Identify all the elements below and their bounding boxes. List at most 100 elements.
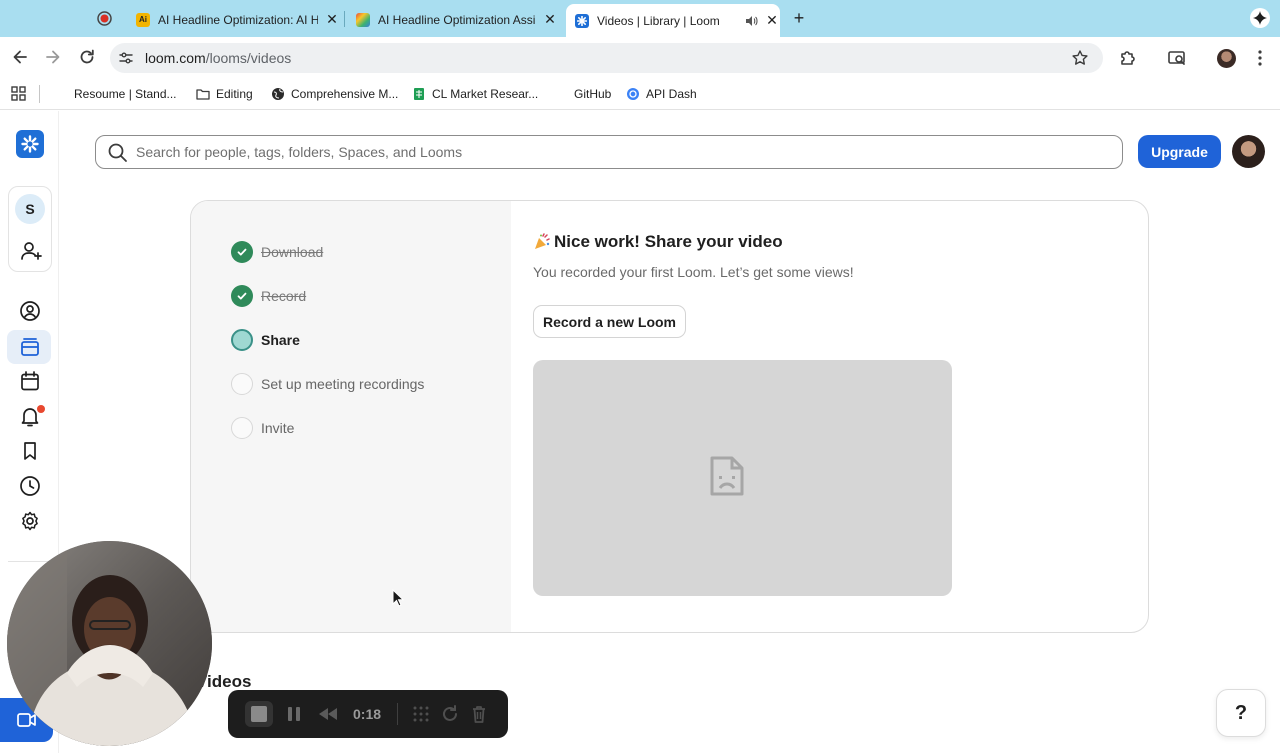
tab-title: AI Headline Optimization Assi xyxy=(378,12,536,27)
stop-square-icon xyxy=(251,706,267,722)
site-settings-icon[interactable] xyxy=(118,50,134,66)
apps-grid-icon[interactable] xyxy=(11,86,26,101)
extensions-puzzle-icon[interactable] xyxy=(1118,48,1138,68)
bookmark-label: Editing xyxy=(216,87,253,101)
profile-circle-icon[interactable] xyxy=(19,300,41,322)
browser-tab[interactable]: Ai AI Headline Optimization: AI H ✕ xyxy=(128,6,340,33)
tab-title: AI Headline Optimization: AI H xyxy=(158,12,318,27)
user-avatar[interactable] xyxy=(1232,135,1265,168)
step-current-icon xyxy=(231,329,253,351)
reload-icon[interactable] xyxy=(77,47,97,67)
search-icon xyxy=(108,143,127,162)
webcam-bubble[interactable] xyxy=(7,541,212,746)
tab-title: Videos | Library | Loom xyxy=(597,13,720,28)
bookmark-item[interactable]: API Dash xyxy=(626,85,697,103)
bookmark-item[interactable]: Resoume | Stand... xyxy=(74,85,177,103)
speaker-icon[interactable] xyxy=(744,14,758,28)
workspace-switcher: S xyxy=(8,186,52,272)
controls-divider xyxy=(397,703,398,725)
step-todo-icon xyxy=(231,417,253,439)
browser-toolbar: loom.com/looms/videos xyxy=(0,37,1280,79)
recording-timer: 0:18 xyxy=(353,706,382,722)
workspace-avatar[interactable]: S xyxy=(15,194,45,224)
checklist-step-invite[interactable]: Invite xyxy=(231,416,294,440)
help-button[interactable]: ? xyxy=(1216,689,1266,737)
sheets-icon xyxy=(414,88,424,100)
bookmark-icon[interactable] xyxy=(19,440,41,462)
step-label: Record xyxy=(261,288,307,304)
browser-tab-active[interactable]: Videos | Library | Loom ✕ xyxy=(566,4,780,37)
checklist-step-record[interactable]: Record xyxy=(231,284,306,308)
restart-icon[interactable] xyxy=(440,704,460,724)
pause-icon[interactable] xyxy=(286,704,302,724)
close-tab-icon[interactable]: ✕ xyxy=(324,11,340,28)
mouse-cursor-icon xyxy=(392,589,404,607)
delete-trash-icon[interactable] xyxy=(469,704,489,724)
bookmark-item[interactable]: Comprehensive M... xyxy=(271,85,398,103)
step-todo-icon xyxy=(231,373,253,395)
video-preview-placeholder[interactable] xyxy=(533,360,952,596)
bookmark-item[interactable]: GitHub xyxy=(574,85,611,103)
recording-indicator-icon[interactable] xyxy=(96,10,113,27)
add-user-icon[interactable] xyxy=(20,240,42,262)
bookmarks-bar: Resoume | Stand... Editing Comprehensive… xyxy=(0,79,1280,110)
party-popper-icon xyxy=(535,233,550,249)
forward-arrow-icon[interactable] xyxy=(43,47,63,67)
check-done-icon xyxy=(231,285,253,307)
onboarding-checklist: Download Record Share Set up meeting rec… xyxy=(191,201,511,632)
search-input[interactable] xyxy=(136,140,1106,164)
browser-tab-strip: Ai AI Headline Optimization: AI H ✕ AI H… xyxy=(0,0,1280,37)
bookmark-divider xyxy=(39,85,40,103)
record-new-loom-button[interactable]: Record a new Loom xyxy=(533,305,686,338)
library-icon[interactable] xyxy=(19,336,41,358)
bookmark-label: GitHub xyxy=(574,87,612,101)
onboarding-title-text: Nice work! Share your video xyxy=(554,232,783,251)
cast-search-icon[interactable] xyxy=(1167,48,1187,68)
step-label: Download xyxy=(261,244,324,260)
stop-recording-button[interactable] xyxy=(245,701,273,727)
upgrade-button[interactable]: Upgrade xyxy=(1138,135,1221,168)
video-camera-icon xyxy=(17,713,36,727)
new-tab-icon[interactable]: + xyxy=(790,9,808,27)
browser-profile-avatar[interactable] xyxy=(1217,49,1236,68)
browser-tab[interactable]: AI Headline Optimization Assi ✕ xyxy=(348,6,558,33)
folder-icon xyxy=(196,89,210,100)
browser-menu-icon[interactable] xyxy=(1250,48,1270,68)
recording-controls: 0:18 xyxy=(228,690,508,738)
bookmark-folder[interactable]: Editing xyxy=(196,85,253,103)
broken-file-icon xyxy=(710,456,744,496)
rewind-icon[interactable] xyxy=(317,704,339,724)
checklist-step-meeting-recordings[interactable]: Set up meeting recordings xyxy=(231,372,424,396)
bookmark-label: CL Market Resear... xyxy=(432,87,539,101)
checklist-step-download[interactable]: Download xyxy=(231,240,323,264)
history-clock-icon[interactable] xyxy=(19,475,41,497)
drawing-tool-icon[interactable] xyxy=(411,704,431,724)
tab-divider xyxy=(344,11,345,27)
rainbow-favicon-icon xyxy=(356,12,370,27)
url-path: /looms/videos xyxy=(205,50,292,66)
calendar-icon[interactable] xyxy=(19,370,41,392)
address-bar[interactable]: loom.com/looms/videos xyxy=(110,43,1103,73)
loom-favicon-icon xyxy=(575,13,589,28)
gemini-sparkle-icon[interactable] xyxy=(1250,8,1270,28)
bookmark-label: API Dash xyxy=(646,87,697,101)
close-tab-icon[interactable]: ✕ xyxy=(764,12,780,29)
settings-gear-icon[interactable] xyxy=(19,510,41,532)
back-arrow-icon[interactable] xyxy=(10,47,30,67)
bookmark-item[interactable]: CL Market Resear... xyxy=(412,85,538,103)
loom-logo-icon[interactable] xyxy=(16,130,44,158)
onboarding-title: Nice work! Share your video xyxy=(533,232,783,252)
step-label: Invite xyxy=(261,420,295,436)
api-dash-icon xyxy=(627,88,639,100)
bookmark-star-icon[interactable] xyxy=(1071,49,1089,67)
checklist-step-share[interactable]: Share xyxy=(231,328,300,352)
step-label: Set up meeting recordings xyxy=(261,376,425,392)
check-done-icon xyxy=(231,241,253,263)
globe-icon xyxy=(272,88,284,100)
search-bar xyxy=(95,135,1123,169)
close-tab-icon[interactable]: ✕ xyxy=(542,11,558,28)
url-host: loom.com xyxy=(145,50,206,66)
webcam-feed-image xyxy=(7,541,212,746)
notification-badge xyxy=(37,405,45,413)
url-text[interactable]: loom.com/looms/videos xyxy=(145,50,291,66)
